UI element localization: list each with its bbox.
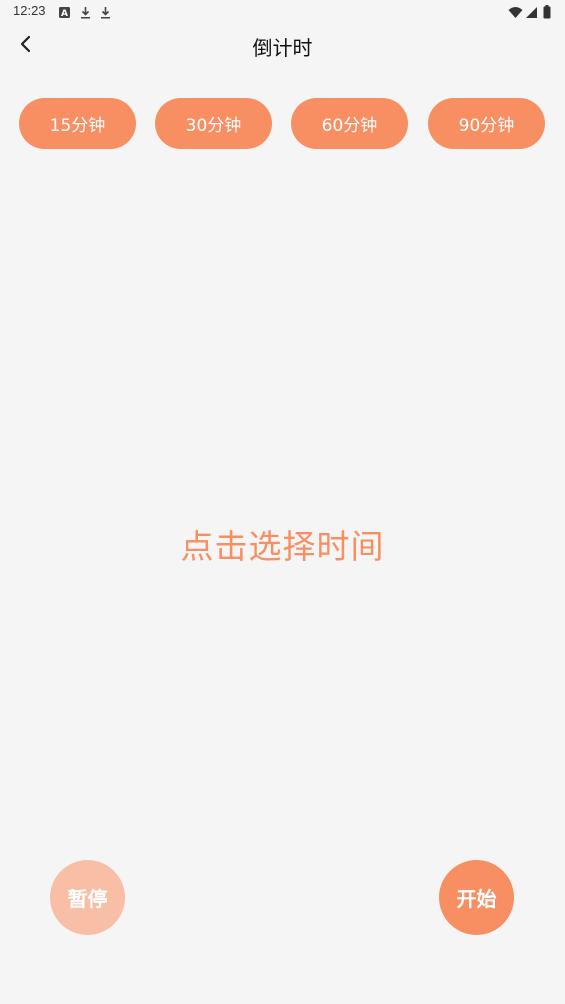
download-icon [99, 4, 113, 19]
status-time: 12:23 [13, 3, 46, 18]
select-time-prompt[interactable]: 点击选择时间 [0, 520, 565, 568]
status-bar: 12:23 A [0, 0, 565, 24]
wifi-icon [508, 4, 523, 18]
preset-15-min-button[interactable]: 15分钟 [19, 98, 136, 149]
page-title: 倒计时 [252, 36, 313, 60]
svg-text:A: A [61, 9, 68, 19]
start-button[interactable]: 开始 [439, 860, 514, 935]
countdown-screen: 12:23 A 倒计时 15分钟 30分钟 60分钟 90分钟 点击选择时间 暂… [0, 0, 565, 1004]
preset-buttons: 15分钟 30分钟 60分钟 90分钟 [0, 98, 565, 149]
signal-icon [525, 4, 539, 18]
pause-button[interactable]: 暂停 [50, 860, 125, 935]
a-notification-icon: A [58, 4, 72, 19]
download-icon [79, 4, 93, 19]
app-bar: 倒计时 [0, 24, 565, 68]
battery-icon [543, 4, 557, 19]
preset-30-min-button[interactable]: 30分钟 [155, 98, 272, 149]
preset-60-min-button[interactable]: 60分钟 [291, 98, 408, 149]
preset-90-min-button[interactable]: 90分钟 [428, 98, 545, 149]
